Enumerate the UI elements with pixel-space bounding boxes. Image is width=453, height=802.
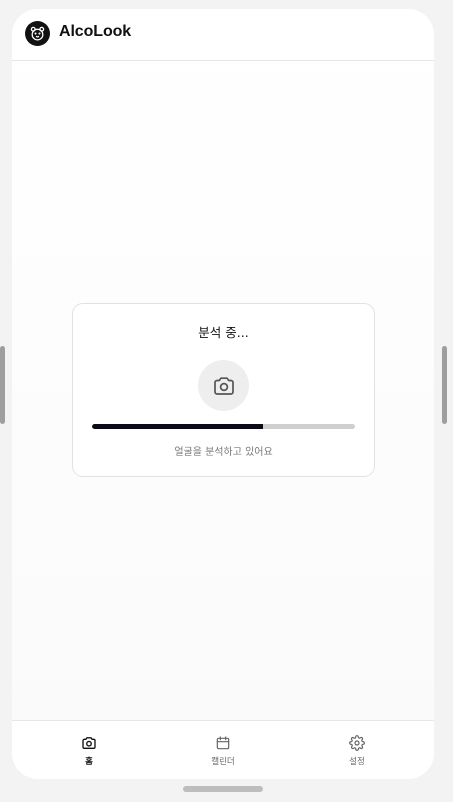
tab-settings-label: 설정 xyxy=(349,757,365,767)
camera-icon xyxy=(198,360,249,411)
side-button-left xyxy=(0,346,5,424)
gear-icon xyxy=(349,735,365,751)
analysis-card: 분석 중... 얼굴을 분석하고 있어요 xyxy=(72,303,375,477)
app-title: AlcoLook xyxy=(59,23,132,40)
progress-fill xyxy=(92,424,263,429)
tab-calendar-label: 캘린더 xyxy=(211,757,235,767)
bear-face-icon xyxy=(25,21,50,46)
home-indicator[interactable] xyxy=(183,786,263,792)
tab-home[interactable]: 홈 xyxy=(59,735,119,771)
camera-icon xyxy=(82,737,96,749)
phone-screen: AlcoLook 분석 중... 얼굴을 분석하고 있어요 홈 캘린더 설정 xyxy=(12,9,434,779)
progress-bar xyxy=(92,424,355,429)
tab-calendar[interactable]: 캘린더 xyxy=(193,735,253,771)
analysis-subtitle: 얼굴을 분석하고 있어요 xyxy=(174,447,273,458)
tab-home-label: 홈 xyxy=(85,757,93,767)
tab-settings[interactable]: 설정 xyxy=(327,735,387,771)
side-button-right xyxy=(442,346,447,424)
bottom-tab-bar: 홈 캘린더 설정 xyxy=(12,720,434,779)
calendar-icon xyxy=(216,736,230,750)
analysis-title: 분석 중... xyxy=(198,325,249,340)
app-header: AlcoLook xyxy=(12,9,434,61)
